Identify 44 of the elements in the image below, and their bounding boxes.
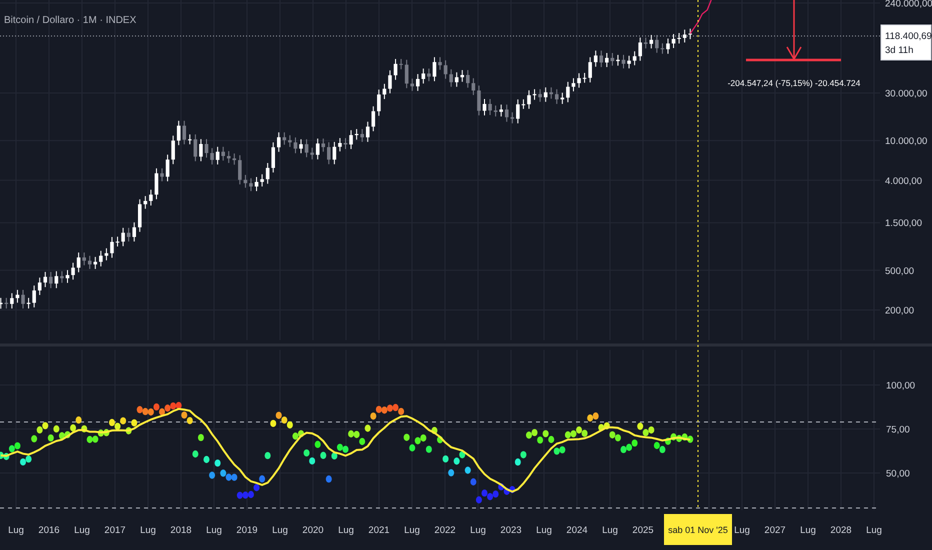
time-axis-label: 2018 [170,525,192,536]
countdown-timer: 3d 11h [885,45,914,56]
time-axis-label: 2027 [764,525,786,536]
price-axis-label: 200,00 [885,305,914,316]
time-axis-label: 2024 [566,525,588,536]
time-axis-label: 2025 [632,525,654,536]
measure-arrow [786,0,802,60]
price-axis-label: 500,00 [885,266,914,277]
time-axis-label: 2019 [236,525,258,536]
projection-line [690,0,712,34]
price-tag-background [880,24,932,60]
time-axis-label: 2017 [104,525,126,536]
oscillator-axis-label: 75,00 [886,424,910,436]
price-axis-label: 1.500,00 [885,218,922,230]
cursor-date: sab 01 Nov '25 [668,525,728,535]
time-axis-label: Lug [602,525,618,536]
time-axis-label: Lug [272,525,288,536]
measure-label: -204.547,24 (-75,15%) -20.454.724 [728,78,860,88]
price-axis-label: 4.000,00 [885,176,922,187]
oscillator-axis-label: 100,00 [886,380,916,392]
time-axis-label: Lug [8,525,24,536]
last-price: 118.400,69 [885,31,932,42]
time-axis-label: 2020 [302,525,324,536]
oscillator-axis-label: 50,00 [886,468,910,480]
time-axis-label: Lug [536,525,552,536]
time-axis-label: Lug [470,525,486,536]
date-tag-background [664,514,732,545]
time-axis-label: Lug [338,525,354,536]
time-axis-label: 2016 [38,525,60,536]
time-axis-label: Lug [140,525,156,536]
time-axis-label: Lug [206,525,222,536]
time-axis-label: Lug [74,525,90,536]
time-axis-label: Lug [866,525,882,536]
time-axis-label: 2022 [434,525,456,536]
time-axis-label: 2023 [500,525,522,536]
time-axis-label: Lug [404,525,420,536]
chart-title: Bitcoin / Dollaro · 1M · INDEX [4,15,136,26]
time-axis-label: 2021 [368,525,390,536]
time-axis-label: Lug [734,525,750,536]
price-axis-label: 10.000,00 [885,136,928,148]
price-axis-label: 30.000,00 [885,88,928,100]
price-axis-label: 240.000,00 [885,0,932,10]
time-axis-label: Lug [800,525,816,536]
time-axis-label: 2028 [830,525,852,536]
